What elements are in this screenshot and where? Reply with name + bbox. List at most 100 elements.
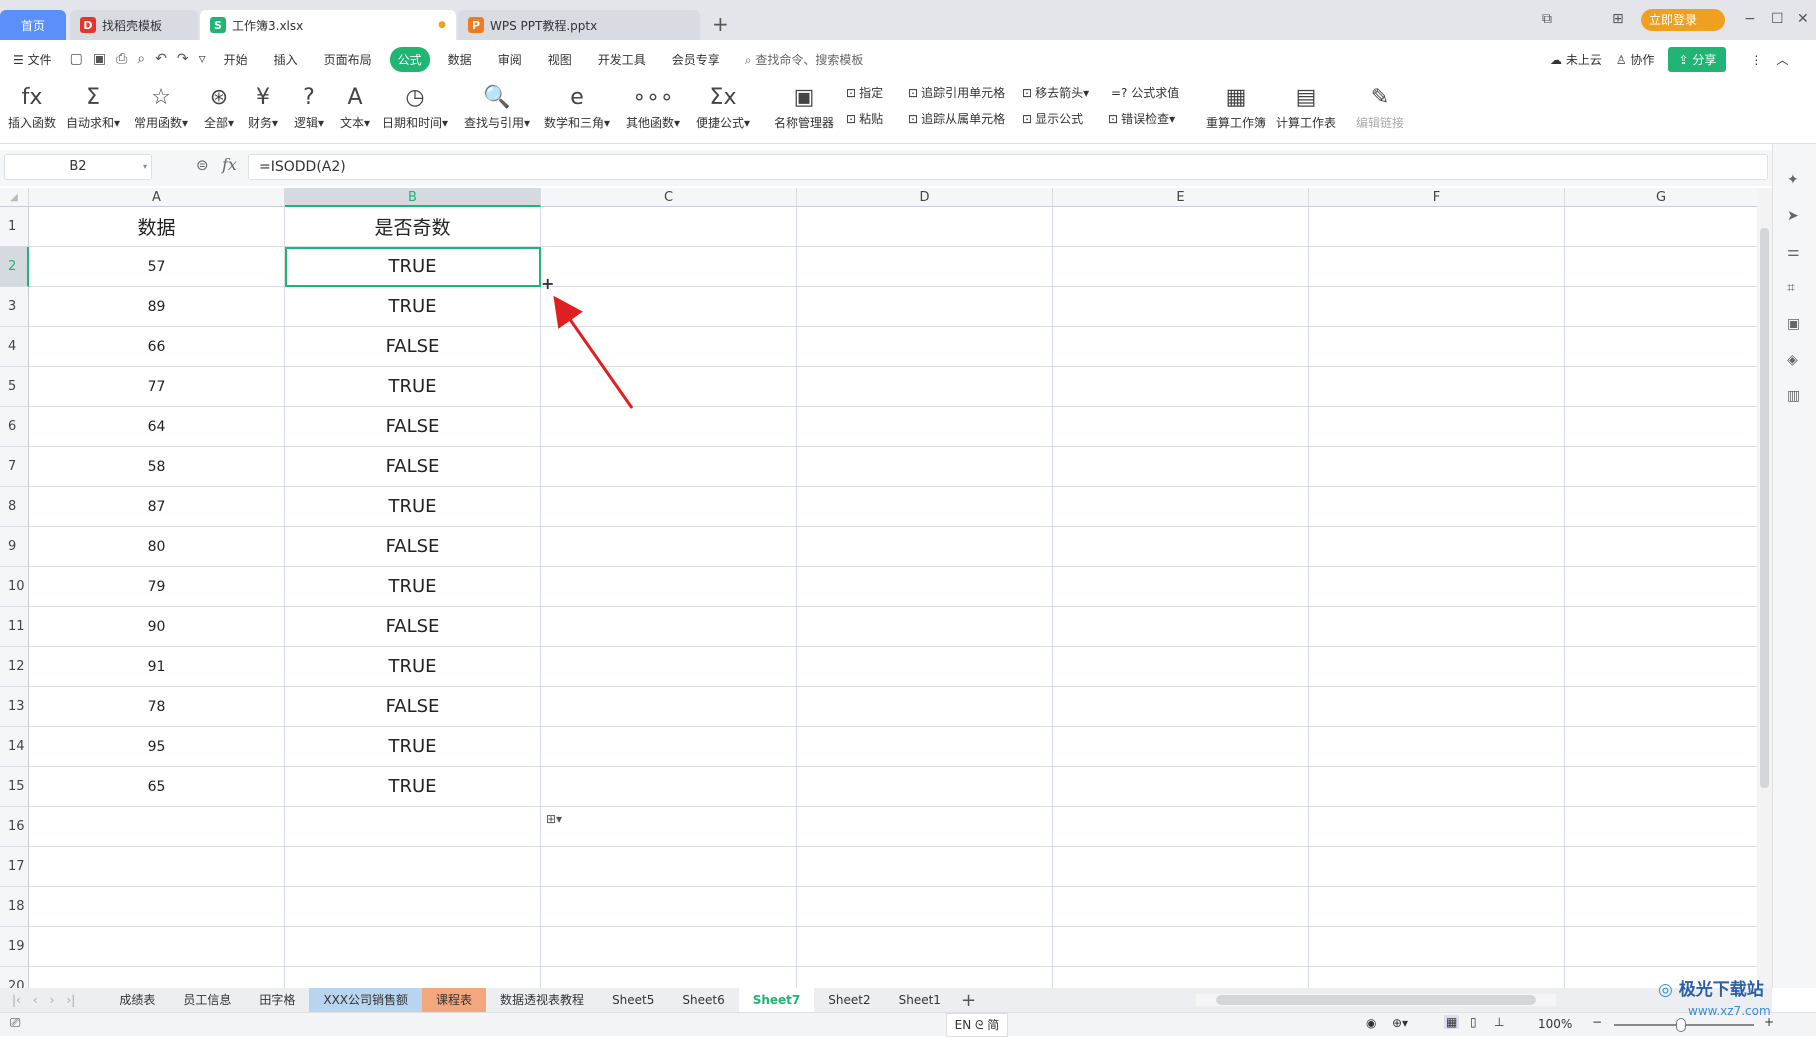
cell-C1[interactable]: [541, 207, 797, 247]
cell-A16[interactable]: [29, 807, 285, 847]
cell-C9[interactable]: [541, 527, 797, 567]
cell-B16[interactable]: [285, 807, 541, 847]
cell-C10[interactable]: [541, 567, 797, 607]
rocket-icon[interactable]: ✦: [1787, 172, 1799, 188]
command-search[interactable]: ⌕ 查找命令、搜索模板: [745, 51, 864, 68]
row-header-3[interactable]: 3: [0, 287, 29, 327]
prev-sheet-icon[interactable]: ‹: [33, 993, 38, 1007]
cell-B15[interactable]: TRUE: [285, 767, 541, 807]
row-header-15[interactable]: 15: [0, 767, 29, 807]
cell-E18[interactable]: [1053, 887, 1309, 927]
ribbon-small-button-5[interactable]: ⊡ 显示公式: [1022, 110, 1083, 127]
sheet-tab-6[interactable]: Sheet5: [598, 988, 668, 1012]
tab-0[interactable]: 首页: [0, 10, 66, 40]
column-header-D[interactable]: D: [797, 188, 1053, 207]
cell-B7[interactable]: FALSE: [285, 447, 541, 487]
cell-F5[interactable]: [1309, 367, 1565, 407]
cell-B12[interactable]: TRUE: [285, 647, 541, 687]
cell-F15[interactable]: [1309, 767, 1565, 807]
column-header-A[interactable]: A: [29, 188, 285, 207]
ribbon-button-1[interactable]: Σ 自动求和▾: [66, 82, 120, 131]
cell-C8[interactable]: [541, 487, 797, 527]
ribbon-button-8[interactable]: 🔍 查找与引用▾: [464, 82, 530, 131]
cell-F4[interactable]: [1309, 327, 1565, 367]
cell-E11[interactable]: [1053, 607, 1309, 647]
next-sheet-icon[interactable]: ›: [50, 993, 55, 1007]
row-header-4[interactable]: 4: [0, 327, 29, 367]
cell-A10[interactable]: 79: [29, 567, 285, 607]
print-preview-icon[interactable]: ⌕: [137, 51, 145, 67]
cell-G3[interactable]: [1565, 287, 1758, 327]
name-box[interactable]: B2 ▾: [4, 154, 152, 180]
cell-G12[interactable]: [1565, 647, 1758, 687]
ribbon-button-5[interactable]: ? 逻辑▾: [294, 82, 324, 131]
export-icon[interactable]: ▣: [93, 51, 106, 67]
minimize-button[interactable]: −: [1744, 11, 1756, 27]
cell-D19[interactable]: [797, 927, 1053, 967]
cell-A4[interactable]: 66: [29, 327, 285, 367]
cell-C17[interactable]: [541, 847, 797, 887]
ribbon-small-button-3[interactable]: ⊡ 追踪从属单元格: [908, 110, 1005, 127]
cell-G11[interactable]: [1565, 607, 1758, 647]
collab-button[interactable]: ♙ 协作: [1616, 51, 1655, 68]
book-icon[interactable]: ▥: [1787, 388, 1800, 404]
select-all-corner[interactable]: ◢: [0, 188, 29, 207]
login-button[interactable]: 立即登录: [1641, 9, 1726, 31]
cell-A14[interactable]: 95: [29, 727, 285, 767]
cell-D14[interactable]: [797, 727, 1053, 767]
row-header-18[interactable]: 18: [0, 887, 29, 927]
ribbon-button-2[interactable]: ☆ 常用函数▾: [134, 82, 188, 131]
cell-G18[interactable]: [1565, 887, 1758, 927]
cell-D4[interactable]: [797, 327, 1053, 367]
chevron-down-icon[interactable]: ▾: [143, 155, 147, 179]
cell-D11[interactable]: [797, 607, 1053, 647]
column-header-C[interactable]: C: [541, 188, 797, 207]
share-button[interactable]: ⇪ 分享: [1668, 47, 1727, 72]
cell-B6[interactable]: FALSE: [285, 407, 541, 447]
cell-G10[interactable]: [1565, 567, 1758, 607]
sheet-tab-0[interactable]: 成绩表: [105, 988, 169, 1012]
tab-1[interactable]: D 找稻壳模板: [70, 10, 198, 40]
cell-D18[interactable]: [797, 887, 1053, 927]
ribbon-button-3[interactable]: ⊛ 全部▾: [204, 82, 234, 131]
cell-D10[interactable]: [797, 567, 1053, 607]
ribbon-small-button-6[interactable]: =? 公式求值: [1108, 84, 1179, 101]
cell-A19[interactable]: [29, 927, 285, 967]
sheet-tab-10[interactable]: Sheet1: [885, 988, 955, 1012]
menu-tab-8[interactable]: 会员专享: [664, 47, 728, 72]
cell-G16[interactable]: [1565, 807, 1758, 847]
ribbon-button-12[interactable]: ▣ 名称管理器: [774, 82, 834, 131]
ribbon-button-6[interactable]: A 文本▾: [340, 82, 370, 131]
location-icon[interactable]: ◈: [1787, 352, 1798, 368]
cell-G13[interactable]: [1565, 687, 1758, 727]
menu-tab-7[interactable]: 开发工具: [590, 47, 654, 72]
row-header-2[interactable]: 2: [0, 247, 29, 287]
cell-E13[interactable]: [1053, 687, 1309, 727]
cell-E17[interactable]: [1053, 847, 1309, 887]
cell-F12[interactable]: [1309, 647, 1565, 687]
sheet-tab-9[interactable]: Sheet2: [814, 988, 884, 1012]
cell-F8[interactable]: [1309, 487, 1565, 527]
row-header-8[interactable]: 8: [0, 487, 29, 527]
cell-E8[interactable]: [1053, 487, 1309, 527]
row-header-6[interactable]: 6: [0, 407, 29, 447]
cell-D8[interactable]: [797, 487, 1053, 527]
cell-G4[interactable]: [1565, 327, 1758, 367]
menu-tab-1[interactable]: 插入: [266, 47, 306, 72]
zoom-search-icon[interactable]: ⊜: [196, 156, 209, 174]
cell-A18[interactable]: [29, 887, 285, 927]
cell-G17[interactable]: [1565, 847, 1758, 887]
sheet-tab-3[interactable]: XXX公司销售额: [309, 988, 423, 1012]
cell-B2[interactable]: TRUE: [285, 247, 541, 287]
cell-F13[interactable]: [1309, 687, 1565, 727]
cell-G19[interactable]: [1565, 927, 1758, 967]
cell-B18[interactable]: [285, 887, 541, 927]
sheet-tab-5[interactable]: 数据透视表教程: [486, 988, 598, 1012]
more-menu-icon[interactable]: ⋮: [1750, 53, 1762, 67]
cell-G6[interactable]: [1565, 407, 1758, 447]
fx-icon[interactable]: fx: [222, 155, 237, 174]
macro-icon[interactable]: ⎚: [10, 1016, 20, 1031]
tab-2[interactable]: S 工作簿3.xlsx ●: [200, 10, 456, 40]
first-sheet-icon[interactable]: |‹: [12, 993, 21, 1007]
zoom-out-icon[interactable]: −: [1592, 1015, 1602, 1029]
